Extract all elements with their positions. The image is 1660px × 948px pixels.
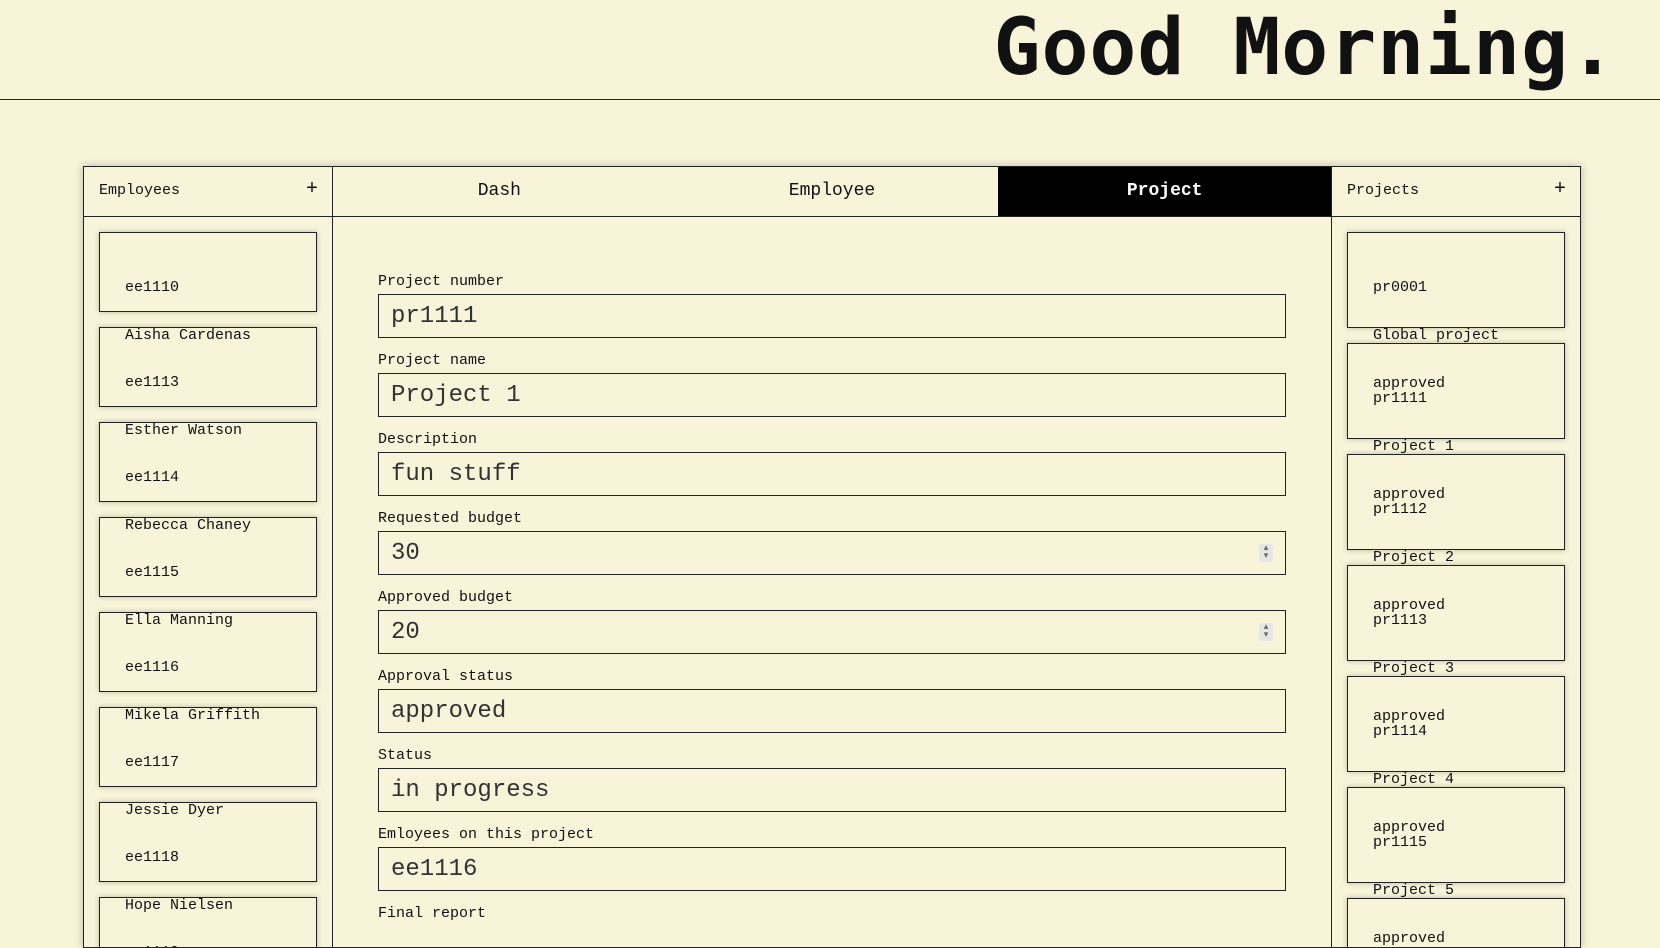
approved-budget-value: 20 bbox=[391, 618, 420, 646]
project-employees-input[interactable]: ee1116 bbox=[378, 847, 1286, 891]
employees-panel: Employees + ee1110 Aisha Cardenas ee1113… bbox=[84, 167, 333, 947]
tab-dash[interactable]: Dash bbox=[333, 167, 666, 216]
employee-id: ee1117 bbox=[125, 754, 180, 771]
requested-budget-input[interactable]: 30 ▴ ▾ bbox=[378, 531, 1286, 575]
projects-panel-title: Projects bbox=[1347, 182, 1420, 199]
employee-list: ee1110 Aisha Cardenas ee1113 Esther Wats… bbox=[84, 217, 332, 947]
project-id: pr1115 bbox=[1373, 834, 1428, 851]
project-name-input[interactable]: Project 1 bbox=[378, 373, 1286, 417]
description-label: Description bbox=[378, 431, 478, 448]
project-number-label: Project number bbox=[378, 273, 505, 290]
description-value: fun stuff bbox=[391, 460, 521, 488]
approved-budget-spinner-icon[interactable]: ▴ ▾ bbox=[1259, 623, 1273, 641]
project-card[interactable]: pr1114 Project 4 approved bbox=[1347, 676, 1565, 836]
status-input[interactable]: in progress bbox=[378, 768, 1286, 812]
project-form: Project number pr1111 Project name Proje… bbox=[333, 217, 1331, 923]
employee-id: ee1116 bbox=[125, 659, 180, 676]
description-input[interactable]: fun stuff bbox=[378, 452, 1286, 496]
project-card[interactable]: pr1111 Project 1 approved bbox=[1347, 343, 1565, 503]
project-id: pr1114 bbox=[1373, 723, 1428, 740]
requested-budget-spinner-icon[interactable]: ▴ ▾ bbox=[1259, 544, 1273, 562]
employee-id: ee1114 bbox=[125, 469, 180, 486]
approval-status-value: approved bbox=[391, 697, 507, 725]
project-name: Project 3 bbox=[1373, 660, 1455, 677]
employees-panel-header: Employees + bbox=[84, 167, 332, 217]
project-name: Project 1 bbox=[1373, 438, 1455, 455]
employee-id: ee1113 bbox=[125, 374, 180, 391]
project-employees-value: ee1116 bbox=[391, 855, 478, 883]
employee-id: ee1118 bbox=[125, 849, 180, 866]
project-name: Global project bbox=[1373, 327, 1500, 344]
add-employee-button[interactable]: + bbox=[306, 179, 318, 201]
approved-budget-label: Approved budget bbox=[378, 589, 514, 606]
project-id: pr0001 bbox=[1373, 279, 1428, 296]
requested-budget-value: 30 bbox=[391, 539, 420, 567]
page-header: Good Morning. bbox=[0, 0, 1660, 100]
project-card[interactable]: pr1115 Project 5 approved bbox=[1347, 787, 1565, 947]
approval-status-input[interactable]: approved bbox=[378, 689, 1286, 733]
project-id: pr1113 bbox=[1373, 612, 1428, 629]
add-project-button[interactable]: + bbox=[1554, 179, 1566, 201]
projects-panel: Projects + pr0001 Global project approve… bbox=[1331, 167, 1580, 947]
project-card[interactable]: pr1112 Project 2 approved bbox=[1347, 454, 1565, 614]
project-employees-label: Emloyees on this project bbox=[378, 826, 595, 843]
final-report-label: Final report bbox=[378, 905, 487, 922]
project-name-label: Project name bbox=[378, 352, 487, 369]
status-label: Status bbox=[378, 747, 433, 764]
greeting-title: Good Morning. bbox=[993, 3, 1617, 93]
projects-panel-header: Projects + bbox=[1332, 167, 1580, 217]
tab-bar: Dash Employee Project bbox=[333, 167, 1332, 217]
main-content: Dash Employee Project Project number pr1… bbox=[333, 167, 1332, 947]
approval-status-label: Approval status bbox=[378, 668, 514, 685]
approved-budget-input[interactable]: 20 ▴ ▾ bbox=[378, 610, 1286, 654]
project-name: Project 5 bbox=[1373, 882, 1455, 899]
project-id: pr1112 bbox=[1373, 501, 1428, 518]
project-name: Project 4 bbox=[1373, 771, 1455, 788]
tab-employee[interactable]: Employee bbox=[666, 167, 999, 216]
requested-budget-label: Requested budget bbox=[378, 510, 523, 527]
project-name: Project 2 bbox=[1373, 549, 1455, 566]
project-name-value: Project 1 bbox=[391, 381, 521, 409]
project-number-value: pr1111 bbox=[391, 302, 478, 330]
employees-panel-title: Employees bbox=[99, 182, 181, 199]
employee-card[interactable]: ee1110 Aisha Cardenas bbox=[99, 232, 317, 344]
tab-project[interactable]: Project bbox=[998, 167, 1332, 216]
status-value: in progress bbox=[391, 776, 550, 804]
employee-id: ee1115 bbox=[125, 564, 180, 581]
employee-id: ee1110 bbox=[125, 279, 180, 296]
project-list: pr0001 Global project approved pr1111 Pr… bbox=[1332, 217, 1580, 947]
project-id: pr1111 bbox=[1373, 390, 1428, 407]
project-card[interactable]: pr0001 Global project approved bbox=[1347, 232, 1565, 392]
app-window: Employees + ee1110 Aisha Cardenas ee1113… bbox=[83, 166, 1581, 948]
project-number-input[interactable]: pr1111 bbox=[378, 294, 1286, 338]
project-card[interactable]: pr1113 Project 3 approved bbox=[1347, 565, 1565, 725]
